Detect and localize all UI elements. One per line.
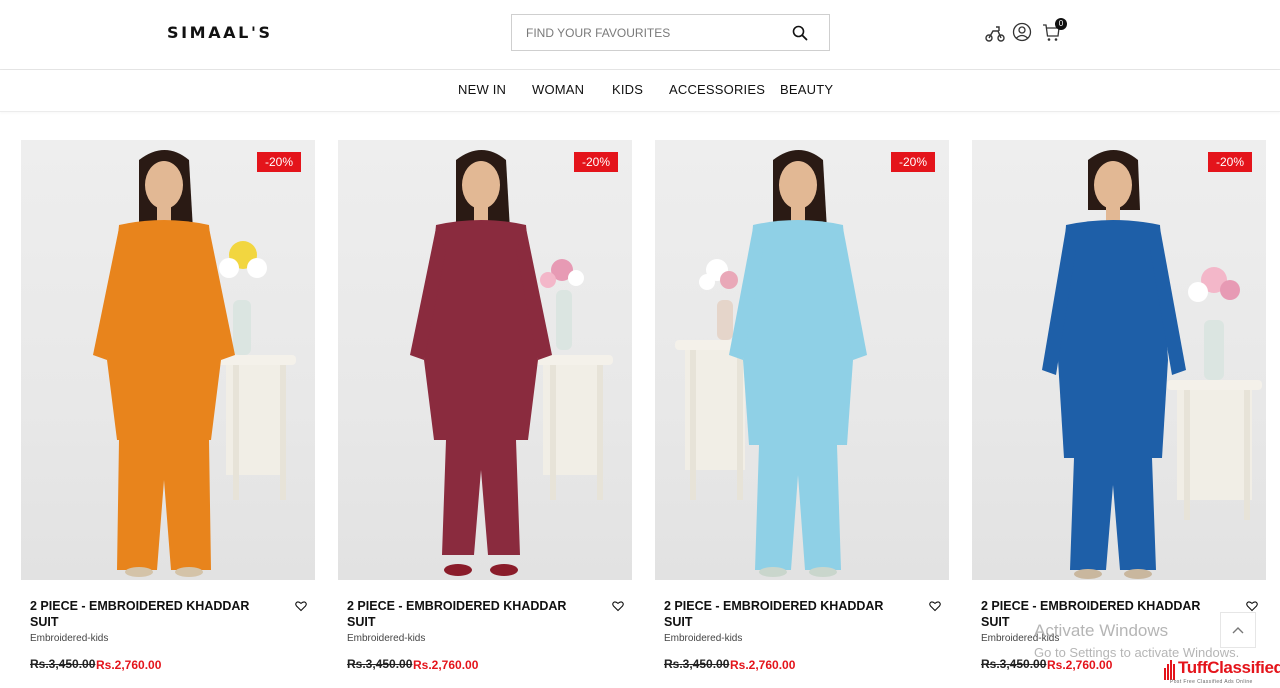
- back-to-top-button[interactable]: [1220, 612, 1256, 648]
- nav-item-accessories[interactable]: ACCESSORIES: [669, 82, 765, 97]
- model-figure: [93, 150, 296, 577]
- sale-price: Rs.2,760.00: [1047, 658, 1113, 672]
- search-box: [511, 14, 830, 51]
- discount-badge: -20%: [890, 152, 935, 172]
- product-title[interactable]: 2 PIECE - EMBROIDERED KHADDAR SUIT: [347, 598, 587, 630]
- product-image[interactable]: -20%: [972, 140, 1266, 580]
- sale-price: Rs.2,760.00: [96, 658, 162, 672]
- bars-icon: [1164, 660, 1175, 680]
- watermark-title: TuffClassified: [1178, 658, 1280, 677]
- product-image[interactable]: -20%: [655, 140, 949, 580]
- activate-title: Activate Windows: [1034, 621, 1169, 640]
- discount-badge: -20%: [573, 152, 618, 172]
- nav-item-kids[interactable]: KIDS: [612, 82, 643, 97]
- watermark-logo: TuffClassified Post Free Classified Ads …: [1164, 656, 1280, 688]
- model-figure: [675, 150, 867, 577]
- nav-item-woman[interactable]: WOMAN: [532, 82, 584, 97]
- chevron-up-icon: [1232, 627, 1244, 634]
- wishlist-heart-icon[interactable]: [612, 600, 624, 612]
- original-price: Rs.3,450.00: [30, 657, 96, 671]
- original-price: Rs.3,450.00: [664, 657, 730, 671]
- main-nav: NEW IN WOMAN KIDS ACCESSORIES BEAUTY: [0, 70, 1280, 112]
- discount-badge: -20%: [256, 152, 301, 172]
- model-figure: [410, 150, 613, 576]
- nav-item-beauty[interactable]: BEAUTY: [780, 82, 833, 97]
- sale-price: Rs.2,760.00: [413, 658, 479, 672]
- watermark-subtitle: Post Free Classified Ads Online: [1170, 679, 1253, 685]
- product-category[interactable]: Embroidered-kids: [347, 633, 425, 644]
- wishlist-heart-icon[interactable]: [1246, 600, 1258, 612]
- windows-activation-notice: Activate Windows Go to Settings to activ…: [1034, 621, 1239, 660]
- user-icon[interactable]: [1011, 21, 1033, 43]
- brand-logo[interactable]: SIMAAL'S: [167, 23, 273, 42]
- model-figure: [1042, 150, 1262, 579]
- product-category[interactable]: Embroidered-kids: [664, 633, 742, 644]
- search-input[interactable]: [512, 15, 782, 50]
- product-image[interactable]: -20%: [21, 140, 315, 580]
- search-icon[interactable]: [792, 25, 808, 41]
- site-header: SIMAAL'S 0: [0, 0, 1280, 70]
- discount-badge: -20%: [1207, 152, 1252, 172]
- nav-item-new-in[interactable]: NEW IN: [458, 82, 506, 97]
- original-price: Rs.3,450.00: [347, 657, 413, 671]
- scooter-delivery-icon[interactable]: [984, 22, 1006, 44]
- product-image[interactable]: -20%: [338, 140, 632, 580]
- product-category[interactable]: Embroidered-kids: [30, 633, 108, 644]
- product-title[interactable]: 2 PIECE - EMBROIDERED KHADDAR SUIT: [30, 598, 270, 630]
- product-title[interactable]: 2 PIECE - EMBROIDERED KHADDAR SUIT: [664, 598, 904, 630]
- wishlist-heart-icon[interactable]: [295, 600, 307, 612]
- cart-count-badge: 0: [1055, 18, 1067, 30]
- sale-price: Rs.2,760.00: [730, 658, 796, 672]
- wishlist-heart-icon[interactable]: [929, 600, 941, 612]
